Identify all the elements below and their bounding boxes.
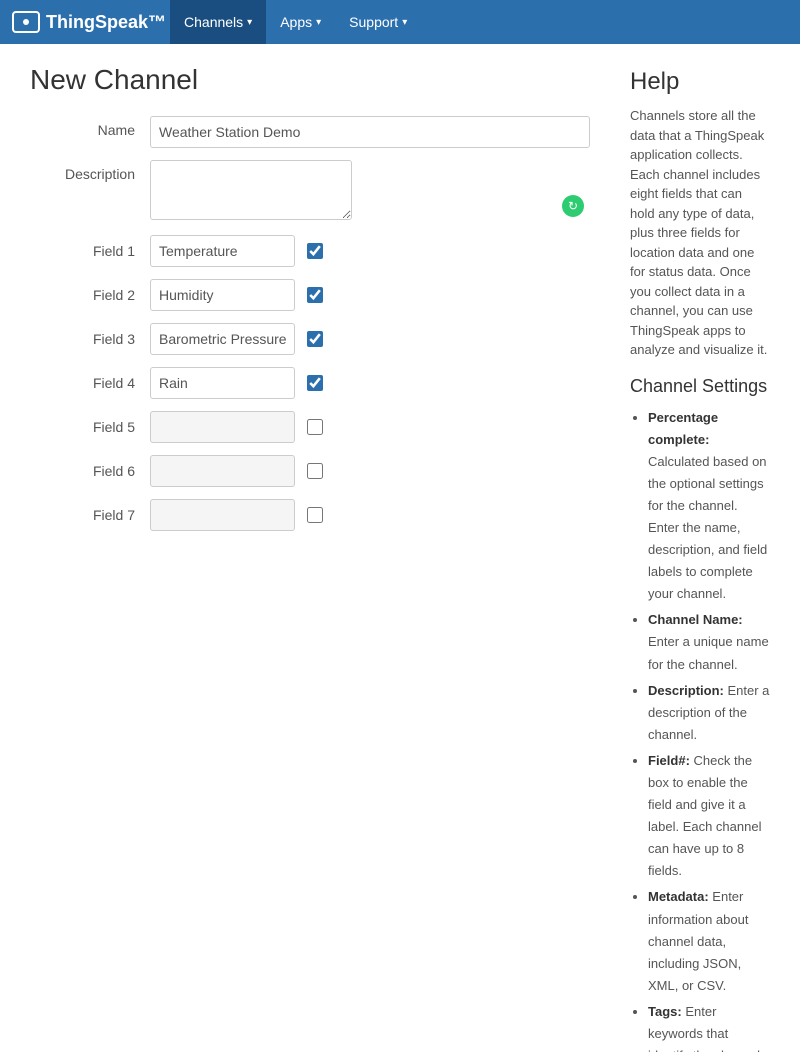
field-row: Field 7 [30,499,590,531]
field-label-4: Field 4 [30,375,150,391]
field-label-1: Field 1 [30,243,150,259]
channel-settings-list: Percentage complete: Calculated based on… [630,407,770,1052]
field-input-5[interactable] [150,411,295,443]
field-input-4[interactable] [150,367,295,399]
form-section: New Channel Name Description ↻ Field 1Fi… [30,64,590,1052]
nav-support[interactable]: Support ▾ [335,0,421,44]
help-section: Help Channels store all the data that a … [630,64,770,1052]
field-checkbox-1[interactable] [307,243,323,259]
help-list-item: Metadata: Enter information about channe… [648,886,770,996]
fields-container: Field 1 Field 2 Field 3 Field 4 Field 5 Field… [30,235,590,531]
brand-icon [12,11,40,33]
brand-logo[interactable]: ThingSpeak™ [12,11,166,33]
channel-settings-title: Channel Settings [630,376,770,397]
field-input-6[interactable] [150,455,295,487]
help-list-item: Field#: Check the box to enable the fiel… [648,750,770,883]
help-list-item: Channel Name: Enter a unique name for th… [648,609,770,675]
field-input-1[interactable] [150,235,295,267]
field-row: Field 1 [30,235,590,267]
page-title: New Channel [30,64,590,96]
support-caret-icon: ▾ [402,17,407,28]
nav-channels[interactable]: Channels ▾ [170,0,266,44]
field-checkbox-2[interactable] [307,287,323,303]
description-group: Description ↻ [30,160,590,223]
help-intro: Channels store all the data that a Thing… [630,106,770,360]
field-checkbox-4[interactable] [307,375,323,391]
field-input-2[interactable] [150,279,295,311]
description-input[interactable] [150,160,352,220]
field-label-3: Field 3 [30,331,150,347]
field-checkbox-3[interactable] [307,331,323,347]
name-group: Name [30,116,590,148]
field-row: Field 3 [30,323,590,355]
main-content: New Channel Name Description ↻ Field 1Fi… [0,44,800,1052]
field-row: Field 4 [30,367,590,399]
name-input[interactable] [150,116,590,148]
help-list-item: Tags: Enter keywords that identify the c… [648,1001,770,1052]
name-label: Name [30,116,150,138]
field-checkbox-7[interactable] [307,507,323,523]
field-label-2: Field 2 [30,287,150,303]
description-label: Description [30,160,150,182]
field-input-7[interactable] [150,499,295,531]
field-row: Field 6 [30,455,590,487]
channels-caret-icon: ▾ [247,17,252,28]
field-row: Field 5 [30,411,590,443]
field-label-7: Field 7 [30,507,150,523]
field-label-6: Field 6 [30,463,150,479]
navbar: ThingSpeak™ Channels ▾ Apps ▾ Support ▾ [0,0,800,44]
field-input-3[interactable] [150,323,295,355]
field-label-5: Field 5 [30,419,150,435]
apps-caret-icon: ▾ [316,17,321,28]
brand-name: ThingSpeak™ [46,12,166,33]
help-list-item: Percentage complete: Calculated based on… [648,407,770,606]
nav-apps[interactable]: Apps ▾ [266,0,335,44]
field-checkbox-5[interactable] [307,419,323,435]
description-icon[interactable]: ↻ [562,195,584,217]
description-wrapper: ↻ [150,160,590,223]
field-row: Field 2 [30,279,590,311]
help-list-item: Description: Enter a description of the … [648,680,770,746]
field-checkbox-6[interactable] [307,463,323,479]
help-title: Help [630,68,770,96]
